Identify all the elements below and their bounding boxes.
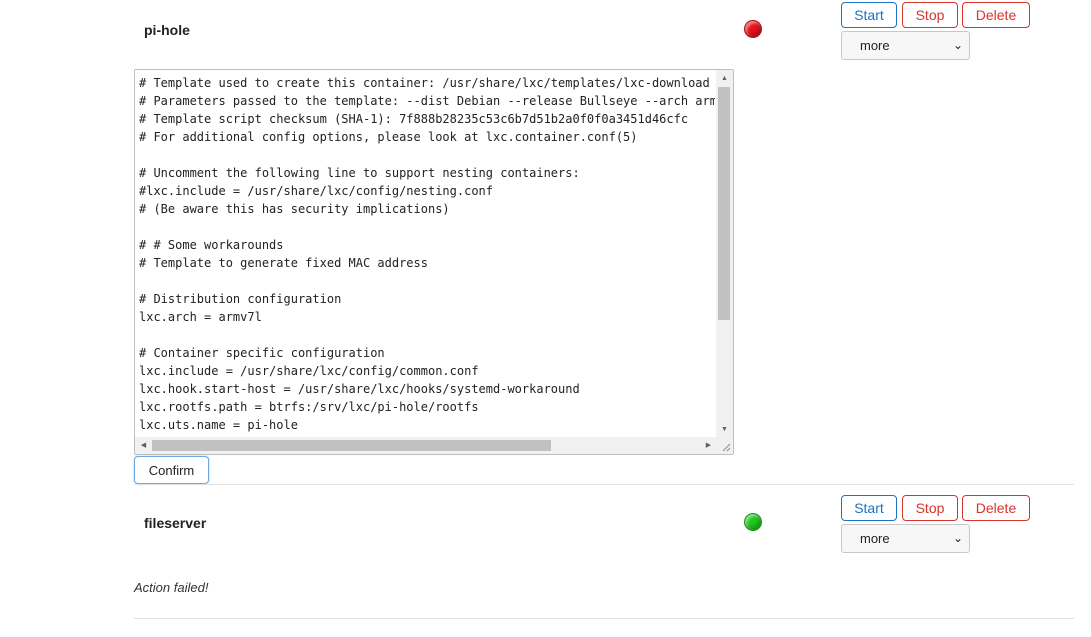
container-name: pi-hole — [144, 22, 190, 38]
lxc-containers-page: pi-hole Start Stop Delete more ⌄ # Templ… — [0, 0, 1091, 637]
container-name: fileserver — [144, 515, 207, 531]
more-actions-value: more — [860, 38, 890, 53]
horizontal-scroll-thumb[interactable] — [152, 440, 551, 451]
action-failed-message: Action failed! — [134, 580, 209, 595]
scroll-up-arrow-icon[interactable]: ▲ — [716, 70, 733, 87]
vertical-scrollbar[interactable]: ▲ ▼ — [716, 70, 733, 438]
more-actions-select[interactable]: more ⌄ — [841, 524, 970, 553]
more-actions-select[interactable]: more ⌄ — [841, 31, 970, 60]
status-indicator-running — [744, 513, 762, 531]
chevron-down-icon: ⌄ — [952, 531, 963, 545]
row-divider — [134, 618, 1074, 619]
vertical-scroll-thumb[interactable] — [718, 87, 730, 320]
scroll-left-arrow-icon[interactable]: ◀ — [135, 437, 152, 454]
chevron-down-icon: ⌄ — [952, 38, 963, 52]
more-actions-value: more — [860, 531, 890, 546]
confirm-button[interactable]: Confirm — [134, 456, 209, 484]
config-editor[interactable]: # Template used to create this container… — [134, 69, 734, 455]
status-indicator-stopped — [744, 20, 762, 38]
scroll-right-arrow-icon[interactable]: ▶ — [700, 437, 717, 454]
stop-button[interactable]: Stop — [902, 495, 958, 521]
stop-button[interactable]: Stop — [902, 2, 958, 28]
scroll-down-arrow-icon[interactable]: ▼ — [716, 421, 733, 438]
delete-button[interactable]: Delete — [962, 2, 1030, 28]
start-button[interactable]: Start — [841, 495, 897, 521]
row-divider — [134, 484, 1074, 485]
start-button[interactable]: Start — [841, 2, 897, 28]
resize-grip-icon[interactable] — [716, 437, 733, 454]
delete-button[interactable]: Delete — [962, 495, 1030, 521]
config-textarea[interactable]: # Template used to create this container… — [139, 74, 715, 434]
horizontal-scrollbar[interactable]: ◀ ▶ — [135, 437, 717, 454]
